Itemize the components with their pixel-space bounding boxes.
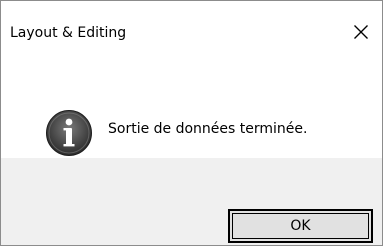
close-icon (354, 25, 368, 39)
info-icon (46, 110, 92, 156)
message-text: Sortie de données terminée. (108, 121, 308, 137)
close-button[interactable] (340, 7, 382, 57)
dialog-content: Sortie de données terminée. (1, 63, 382, 163)
ok-button[interactable]: OK (228, 209, 373, 243)
ok-button-label: OK (290, 218, 311, 234)
message-dialog: Layout & Editing Sortie de données termi… (0, 0, 383, 246)
title-bar: Layout & Editing (1, 1, 382, 63)
window-title: Layout & Editing (10, 25, 127, 41)
button-bar: OK (1, 158, 382, 245)
